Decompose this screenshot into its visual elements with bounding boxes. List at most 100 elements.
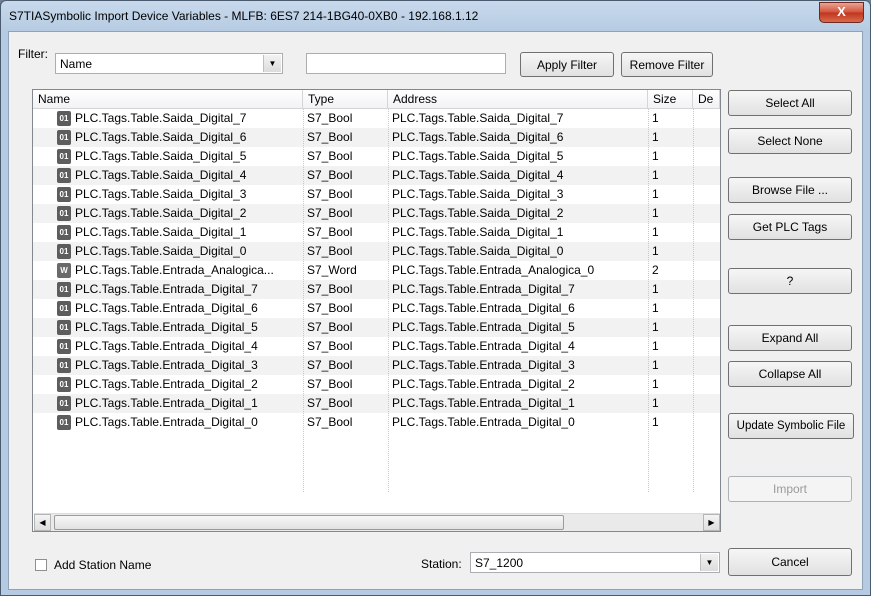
row-address: PLC.Tags.Table.Entrada_Digital_7 [392, 282, 575, 296]
update-symbolic-file-button[interactable]: Update Symbolic File [728, 413, 854, 439]
row-size: 1 [652, 187, 659, 201]
row-address: PLC.Tags.Table.Entrada_Digital_2 [392, 377, 575, 391]
row-type: S7_Bool [307, 111, 353, 125]
horizontal-scrollbar[interactable]: ◀ ▶ [34, 513, 720, 531]
browse-file-button[interactable]: Browse File ... [728, 177, 852, 203]
table-row[interactable]: 01 PLC.Tags.Table.Entrada_Digital_0 S7_Boo… [33, 413, 720, 432]
row-name: PLC.Tags.Table.Entrada_Digital_5 [75, 320, 258, 334]
column-header-size[interactable]: Size [648, 90, 693, 109]
dialog-client: Filter: Name ▼ Apply Filter Remove Filte… [8, 31, 863, 590]
row-name: PLC.Tags.Table.Saida_Digital_6 [75, 130, 247, 144]
table-row[interactable]: 01 PLC.Tags.Table.Saida_Digital_7 S7_Bool P… [33, 109, 720, 128]
table-row[interactable]: 01 PLC.Tags.Table.Entrada_Digital_2 S7_Boo… [33, 375, 720, 394]
collapse-all-button[interactable]: Collapse All [728, 361, 852, 387]
dialog-window: S7TIASymbolic Import Device Variables - … [0, 0, 871, 596]
scroll-thumb[interactable] [54, 515, 564, 530]
row-name: PLC.Tags.Table.Entrada_Digital_2 [75, 377, 258, 391]
row-size: 1 [652, 301, 659, 315]
row-address: PLC.Tags.Table.Saida_Digital_2 [392, 206, 564, 220]
row-type: S7_Bool [307, 282, 353, 296]
row-address: PLC.Tags.Table.Entrada_Analogica_0 [392, 263, 595, 277]
bool-tag-icon: 01 [57, 130, 71, 145]
table-row[interactable]: 01 PLC.Tags.Table.Saida_Digital_0 S7_Bool P… [33, 242, 720, 261]
remove-filter-button[interactable]: Remove Filter [621, 52, 713, 77]
chevron-down-icon[interactable]: ▼ [700, 554, 718, 571]
close-button[interactable]: X [819, 2, 864, 23]
column-header-type[interactable]: Type [303, 90, 388, 109]
row-address: PLC.Tags.Table.Saida_Digital_0 [392, 244, 564, 258]
row-size: 1 [652, 244, 659, 258]
row-name: PLC.Tags.Table.Saida_Digital_4 [75, 168, 247, 182]
title-bar[interactable]: S7TIASymbolic Import Device Variables - … [1, 1, 870, 31]
column-header-description[interactable]: De [693, 90, 720, 109]
table-row[interactable]: 01 PLC.Tags.Table.Entrada_Digital_6 S7_Boo… [33, 299, 720, 318]
bool-tag-icon: 01 [57, 244, 71, 259]
row-name: PLC.Tags.Table.Entrada_Digital_6 [75, 301, 258, 315]
station-combo[interactable]: S7_1200 ▼ [470, 552, 720, 573]
row-name: PLC.Tags.Table.Saida_Digital_1 [75, 225, 247, 239]
row-type: S7_Bool [307, 415, 353, 429]
row-size: 1 [652, 149, 659, 163]
bool-tag-icon: 01 [57, 377, 71, 392]
row-type: S7_Word [307, 263, 357, 277]
table-row[interactable]: 01 PLC.Tags.Table.Entrada_Digital_5 S7_Boo… [33, 318, 720, 337]
cancel-button[interactable]: Cancel [728, 548, 852, 576]
row-address: PLC.Tags.Table.Entrada_Digital_6 [392, 301, 575, 315]
table-row[interactable]: 01 PLC.Tags.Table.Entrada_Digital_3 S7_Boo… [33, 356, 720, 375]
expand-all-button[interactable]: Expand All [728, 325, 852, 351]
add-station-checkbox[interactable] [35, 559, 47, 571]
filter-field-combo[interactable]: Name ▼ [55, 53, 283, 74]
row-size: 1 [652, 168, 659, 182]
bool-tag-icon: 01 [57, 415, 71, 430]
window-title: S7TIASymbolic Import Device Variables - … [9, 9, 479, 23]
row-size: 1 [652, 282, 659, 296]
row-name: PLC.Tags.Table.Entrada_Digital_3 [75, 358, 258, 372]
scroll-right-icon[interactable]: ▶ [703, 514, 720, 531]
bool-tag-icon: 01 [57, 396, 71, 411]
row-type: S7_Bool [307, 358, 353, 372]
filter-field-value: Name [60, 57, 93, 71]
row-size: 1 [652, 339, 659, 353]
table-row[interactable]: 01 PLC.Tags.Table.Saida_Digital_6 S7_Bool P… [33, 128, 720, 147]
row-name: PLC.Tags.Table.Entrada_Analogica... [75, 263, 274, 277]
row-size: 1 [652, 396, 659, 410]
row-type: S7_Bool [307, 168, 353, 182]
help-button[interactable]: ? [728, 268, 852, 294]
row-name: PLC.Tags.Table.Entrada_Digital_0 [75, 415, 258, 429]
select-all-button[interactable]: Select All [728, 90, 852, 116]
scroll-left-icon[interactable]: ◀ [34, 514, 51, 531]
column-header-address[interactable]: Address [388, 90, 648, 109]
tag-list[interactable]: Name Type Address Size De 01 PLC.Tags.Tab… [32, 89, 721, 532]
bool-tag-icon: 01 [57, 358, 71, 373]
apply-filter-button[interactable]: Apply Filter [520, 52, 614, 77]
table-row[interactable]: 01 PLC.Tags.Table.Entrada_Digital_4 S7_Boo… [33, 337, 720, 356]
table-row[interactable]: 01 PLC.Tags.Table.Saida_Digital_1 S7_Bool P… [33, 223, 720, 242]
row-type: S7_Bool [307, 377, 353, 391]
table-row[interactable]: 01 PLC.Tags.Table.Saida_Digital_4 S7_Bool P… [33, 166, 720, 185]
row-address: PLC.Tags.Table.Entrada_Digital_4 [392, 339, 575, 353]
table-row[interactable]: 01 PLC.Tags.Table.Saida_Digital_5 S7_Bool P… [33, 147, 720, 166]
column-divider [693, 109, 694, 492]
row-type: S7_Bool [307, 130, 353, 144]
column-divider [648, 109, 649, 492]
table-row[interactable]: 01 PLC.Tags.Table.Saida_Digital_3 S7_Bool P… [33, 185, 720, 204]
bool-tag-icon: 01 [57, 301, 71, 316]
row-size: 1 [652, 415, 659, 429]
select-none-button[interactable]: Select None [728, 128, 852, 154]
table-row[interactable]: 01 PLC.Tags.Table.Entrada_Digital_7 S7_Boo… [33, 280, 720, 299]
column-divider [388, 109, 389, 492]
table-row[interactable]: 01 PLC.Tags.Table.Saida_Digital_2 S7_Bool P… [33, 204, 720, 223]
get-plc-tags-button[interactable]: Get PLC Tags [728, 214, 852, 240]
import-button[interactable]: Import [728, 476, 852, 502]
bool-tag-icon: 01 [57, 339, 71, 354]
chevron-down-icon[interactable]: ▼ [263, 55, 281, 72]
word-tag-icon: W [57, 263, 71, 278]
filter-text-input[interactable] [306, 53, 506, 74]
row-name: PLC.Tags.Table.Entrada_Digital_4 [75, 339, 258, 353]
row-address: PLC.Tags.Table.Entrada_Digital_3 [392, 358, 575, 372]
row-size: 1 [652, 377, 659, 391]
table-row[interactable]: 01 PLC.Tags.Table.Entrada_Digital_1 S7_Boo… [33, 394, 720, 413]
row-type: S7_Bool [307, 206, 353, 220]
table-row[interactable]: W PLC.Tags.Table.Entrada_Analogica... S7_W… [33, 261, 720, 280]
column-header-name[interactable]: Name [33, 90, 303, 109]
